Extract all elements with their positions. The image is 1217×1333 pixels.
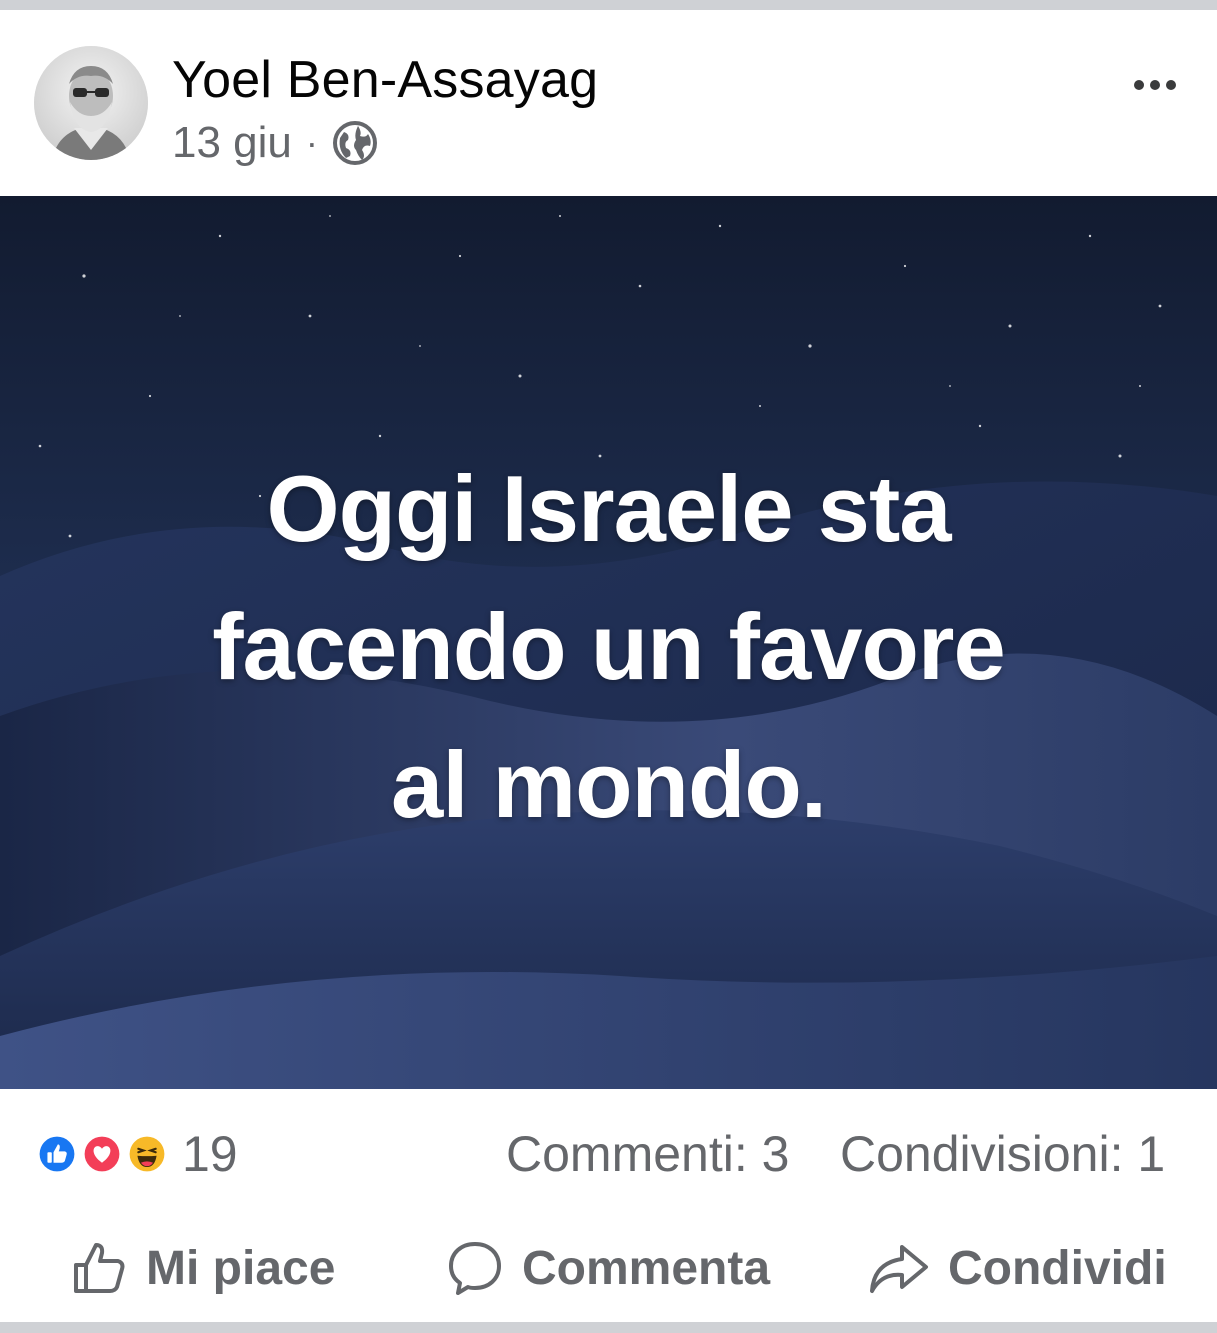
share-label: Condividi: [948, 1241, 1167, 1295]
post-image-text: Oggi Israele sta facendo un favore al mo…: [0, 440, 1217, 854]
action-bar: Mi piace Commenta Condividi: [0, 1219, 1217, 1322]
post-text-line: facendo un favore: [212, 594, 1006, 699]
comments-count[interactable]: Commenti: 3: [506, 1125, 789, 1183]
post-text-line: al mondo.: [391, 732, 827, 837]
reaction-icons[interactable]: [34, 1129, 174, 1179]
thumbs-up-icon: [74, 1243, 125, 1293]
reaction-count[interactable]: 19: [182, 1125, 238, 1183]
shares-count[interactable]: Condivisioni: 1: [840, 1125, 1165, 1183]
comment-button[interactable]: Commenta: [446, 1233, 770, 1303]
more-options-icon[interactable]: [1122, 60, 1188, 110]
bottom-divider: [0, 1322, 1217, 1333]
love-reaction-icon: [79, 1131, 125, 1177]
globe-icon[interactable]: [332, 120, 378, 166]
comment-bubble-icon: [449, 1242, 501, 1295]
top-divider: [0, 0, 1217, 10]
more-dot: [1134, 80, 1144, 90]
haha-reaction-icon: [124, 1131, 170, 1177]
share-arrow-icon: [870, 1245, 928, 1293]
comment-label: Commenta: [522, 1241, 771, 1295]
post-meta: 13 giu ·: [172, 118, 378, 168]
share-button[interactable]: Condividi: [868, 1233, 1167, 1303]
reactions-summary: 19 Commenti: 3 Condivisioni: 1: [0, 1089, 1217, 1219]
post-date[interactable]: 13 giu: [172, 118, 292, 168]
like-reaction-icon: [34, 1131, 80, 1177]
post-text-line: Oggi Israele sta: [266, 456, 951, 561]
more-dot: [1150, 80, 1160, 90]
author-name[interactable]: Yoel Ben-Assayag: [172, 50, 598, 110]
more-dot: [1166, 80, 1176, 90]
like-button[interactable]: Mi piace: [70, 1233, 335, 1303]
post-image[interactable]: Oggi Israele sta facendo un favore al mo…: [0, 196, 1217, 1089]
like-label: Mi piace: [146, 1241, 336, 1295]
avatar[interactable]: [34, 46, 148, 160]
post-header: Yoel Ben-Assayag 13 giu ·: [0, 10, 1217, 196]
meta-separator: ·: [305, 122, 318, 163]
